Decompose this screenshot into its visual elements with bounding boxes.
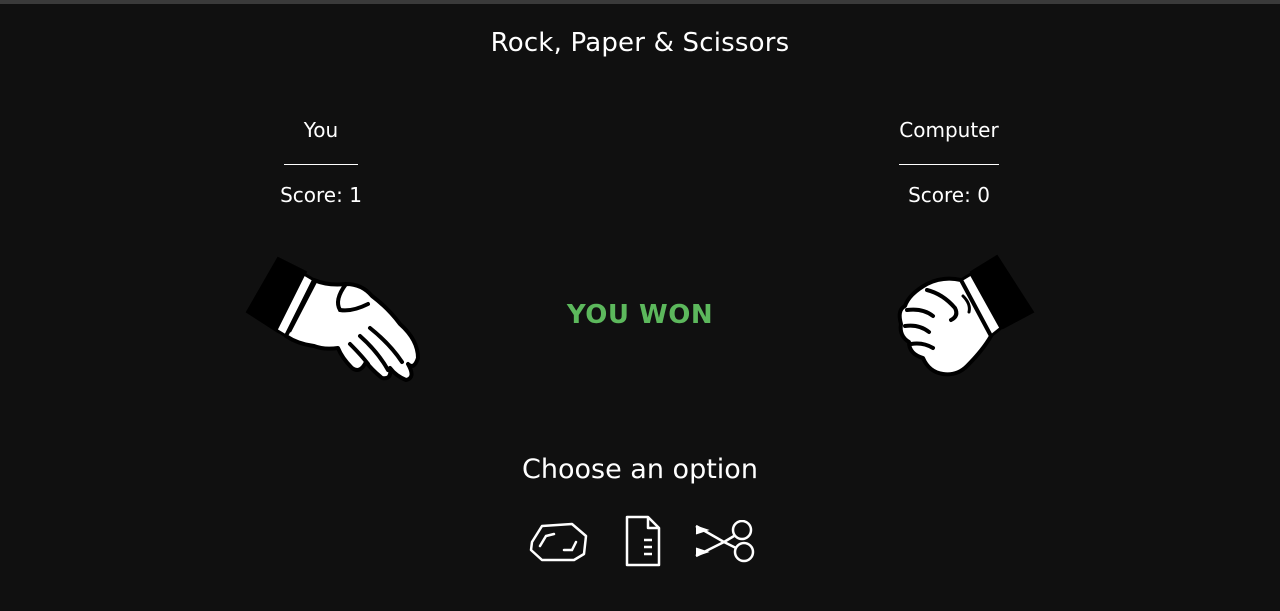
choose-option-prompt: Choose an option (522, 454, 758, 485)
player-computer-panel: Computer Score: 0 (869, 116, 1029, 209)
scissors-icon (695, 519, 755, 563)
options-bar (526, 512, 760, 572)
window-top-border (0, 0, 1280, 4)
paper-option-button[interactable] (624, 514, 662, 572)
paper-icon (625, 515, 661, 567)
rock-icon (529, 522, 588, 562)
player-you-name: You (284, 116, 358, 165)
rock-option-button[interactable] (528, 520, 590, 568)
player-you-panel: You Score: 1 (241, 116, 401, 209)
player-computer-name: Computer (899, 116, 999, 165)
scissors-option-button[interactable] (694, 519, 756, 568)
player-you-score: Score: 1 (280, 183, 362, 207)
player-computer-score: Score: 0 (908, 183, 990, 207)
round-result: YOU WON (566, 300, 714, 330)
page-title: Rock, Paper & Scissors (490, 28, 790, 58)
